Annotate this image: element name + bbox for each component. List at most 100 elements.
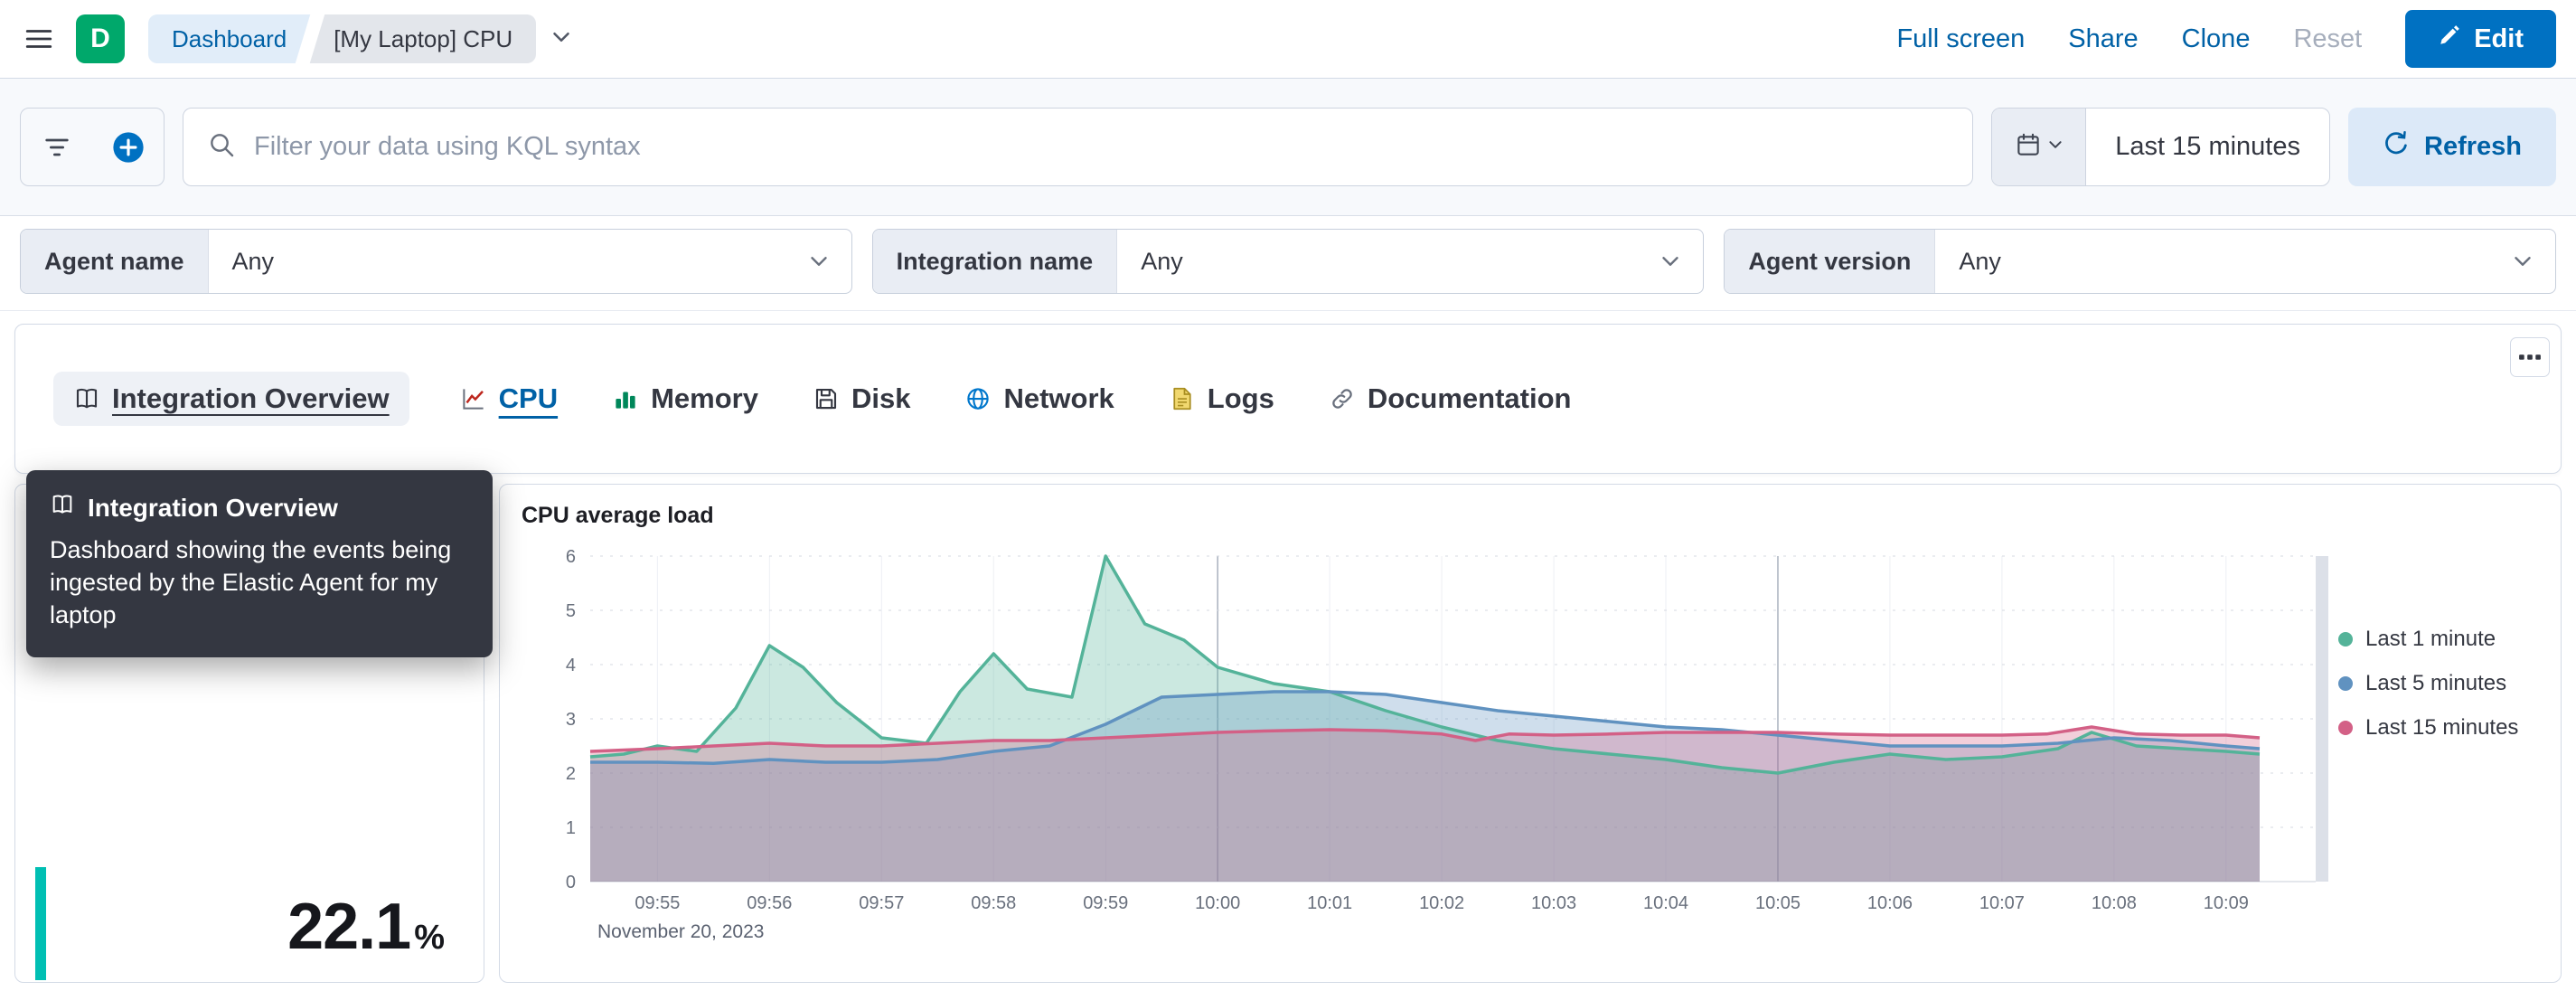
links-panel: Integration Overview CPU Memory Disk Network… <box>14 324 2562 474</box>
dashboard-links: Integration Overview CPU Memory Disk Network… <box>53 372 1575 426</box>
line-chart-icon <box>460 385 487 412</box>
tooltip-body: Dashboard showing the events being inges… <box>50 536 452 628</box>
filter-label: Integration name <box>872 230 1118 293</box>
tab-network[interactable]: Network <box>961 372 1117 426</box>
metric-value: 22.1 % <box>287 890 445 964</box>
tab-label: Network <box>1003 382 1114 414</box>
tab-memory[interactable]: Memory <box>608 372 762 426</box>
cpu-load-chart[interactable]: 09:55 09:56 09:57 09:58 09:59 10:00 10:01 10:02… <box>522 547 2338 956</box>
svg-text:1: 1 <box>566 818 576 838</box>
filter-agent-version[interactable]: Agent version Any <box>1724 229 2557 294</box>
clone-button[interactable]: Clone <box>2182 24 2251 54</box>
metric-accent-bar <box>35 867 46 980</box>
svg-text:09:58: 09:58 <box>971 893 1016 913</box>
filter-integration-name[interactable]: Integration name Any <box>871 229 1705 294</box>
chevron-down-icon <box>2512 250 2555 272</box>
query-bar-icon-group <box>20 108 165 186</box>
bar-chart-icon <box>612 385 639 412</box>
edit-button-label: Edit <box>2474 24 2524 53</box>
edit-button[interactable]: Edit <box>2405 10 2556 68</box>
svg-text:09:56: 09:56 <box>747 893 792 913</box>
filter-icon[interactable] <box>21 109 92 185</box>
filter-controls: Agent name Any Integration name Any Agen… <box>0 216 2576 311</box>
add-filter-icon[interactable] <box>92 109 164 185</box>
time-range-value[interactable]: Last 15 minutes <box>2086 109 2329 185</box>
kibana-dashboard-app: D Dashboard [My Laptop] CPU Full screen … <box>0 0 2576 991</box>
refresh-icon <box>2383 130 2410 165</box>
legend-item[interactable]: Last 1 minute <box>2338 627 2561 652</box>
book-icon <box>73 385 100 412</box>
refresh-button-label: Refresh <box>2424 132 2522 161</box>
tab-label: Logs <box>1207 382 1274 414</box>
chevron-down-icon <box>1659 250 1703 272</box>
refresh-button[interactable]: Refresh <box>2348 108 2556 186</box>
svg-text:5: 5 <box>566 601 576 621</box>
tooltip-title: Integration Overview <box>88 493 338 522</box>
tab-label: Disk <box>851 382 911 414</box>
search-icon <box>207 130 236 164</box>
reset-button[interactable]: Reset <box>2293 24 2362 54</box>
filter-value: Any <box>231 247 275 275</box>
search-input[interactable] <box>252 131 1950 163</box>
tab-cpu[interactable]: CPU <box>456 372 561 426</box>
calendar-icon <box>2015 131 2042 163</box>
full-screen-button[interactable]: Full screen <box>1896 24 2025 54</box>
document-icon <box>1169 385 1196 412</box>
svg-text:10:05: 10:05 <box>1755 893 1800 913</box>
svg-text:10:03: 10:03 <box>1531 893 1576 913</box>
legend-label: Last 15 minutes <box>2365 715 2519 740</box>
tab-documentation[interactable]: Documentation <box>1325 372 1575 426</box>
chart-legend: Last 1 minute Last 5 minutes Last 15 minut… <box>2338 547 2561 956</box>
tab-label: Documentation <box>1367 382 1572 414</box>
calendar-button[interactable] <box>1992 109 2087 185</box>
filter-value: Any <box>1959 247 2001 275</box>
filter-label: Agent name <box>21 230 209 293</box>
breadcrumb-dashboard[interactable]: Dashboard <box>148 14 311 63</box>
share-button[interactable]: Share <box>2068 24 2138 54</box>
legend-item[interactable]: Last 15 minutes <box>2338 715 2561 741</box>
panel-options-icon[interactable] <box>2510 337 2550 377</box>
tab-integration-overview[interactable]: Integration Overview <box>53 372 409 426</box>
tab-disk[interactable]: Disk <box>809 372 914 426</box>
chevron-down-icon[interactable] <box>550 26 572 52</box>
globe-icon <box>964 385 992 412</box>
menu-icon[interactable] <box>11 11 67 67</box>
tooltip-title-row: Integration Overview <box>50 492 467 524</box>
svg-text:10:07: 10:07 <box>1979 893 2025 913</box>
chevron-down-icon <box>808 250 851 272</box>
chart-area: 09:55 09:56 09:57 09:58 09:59 10:00 10:01 10:02… <box>522 547 2561 956</box>
svg-text:10:08: 10:08 <box>2092 893 2137 913</box>
breadcrumb-current-dashboard[interactable]: [My Laptop] CPU <box>310 14 537 63</box>
legend-item[interactable]: Last 5 minutes <box>2338 671 2561 696</box>
filter-label: Agent version <box>1725 230 1936 293</box>
svg-text:10:09: 10:09 <box>2204 893 2249 913</box>
legend-label: Last 1 minute <box>2365 627 2496 651</box>
date-picker: Last 15 minutes <box>1991 108 2330 186</box>
space-avatar[interactable]: D <box>76 14 125 63</box>
svg-text:4: 4 <box>566 656 576 675</box>
tab-label: CPU <box>498 382 559 414</box>
legend-dot <box>2338 721 2353 735</box>
book-icon <box>50 492 75 524</box>
legend-dot <box>2338 632 2353 647</box>
breadcrumb: Dashboard [My Laptop] CPU <box>148 12 572 66</box>
filter-agent-name[interactable]: Agent name Any <box>20 229 852 294</box>
disk-icon <box>813 385 840 412</box>
tooltip: Integration Overview Dashboard showing t… <box>26 470 493 657</box>
metric-unit: % <box>414 919 445 957</box>
chart-title: CPU average load <box>522 503 714 528</box>
svg-text:10:01: 10:01 <box>1307 893 1352 913</box>
chart-date-label: November 20, 2023 <box>597 921 764 942</box>
svg-text:09:57: 09:57 <box>859 893 904 913</box>
pencil-icon <box>2438 24 2461 54</box>
svg-text:10:02: 10:02 <box>1419 893 1464 913</box>
header: D Dashboard [My Laptop] CPU Full screen … <box>0 0 2576 79</box>
tab-logs[interactable]: Logs <box>1165 372 1278 426</box>
metric-number: 22.1 <box>287 891 411 963</box>
svg-text:2: 2 <box>566 764 576 784</box>
header-actions: Full screen Share Clone Reset Edit <box>1896 10 2556 68</box>
tab-label: Integration Overview <box>112 382 390 414</box>
legend-dot <box>2338 676 2353 691</box>
svg-text:10:00: 10:00 <box>1195 893 1240 913</box>
query-bar: Last 15 minutes Refresh <box>0 79 2576 216</box>
